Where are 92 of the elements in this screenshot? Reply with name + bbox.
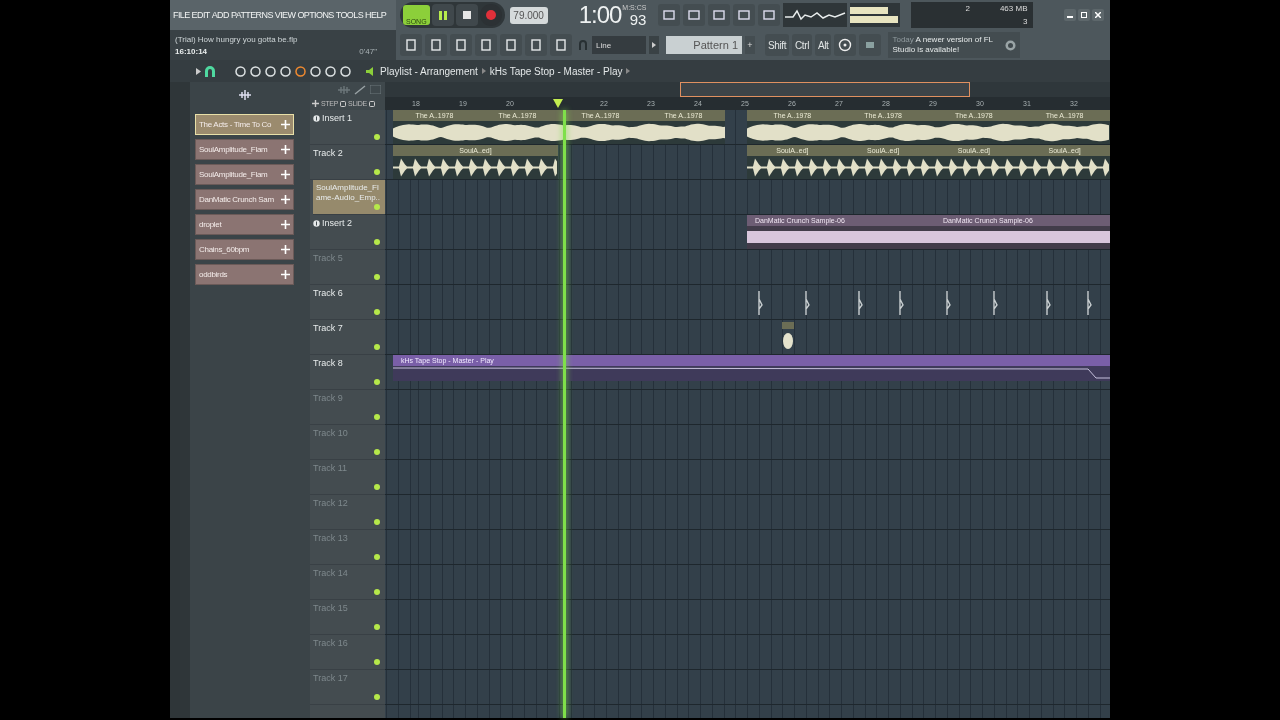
track-led[interactable] <box>374 589 380 595</box>
add-icon[interactable] <box>312 100 319 107</box>
breadcrumb-arrow-icon <box>626 68 631 74</box>
playlist-title: Playlist - Arrangement <box>380 65 478 77</box>
step-toggle[interactable] <box>340 100 347 107</box>
slide-toggle[interactable] <box>368 100 375 107</box>
menu-item[interactable]: ADD <box>211 10 229 20</box>
oscilloscope-drawing <box>783 3 848 27</box>
track-led[interactable] <box>374 274 380 280</box>
track-led[interactable] <box>374 659 380 665</box>
curve-icon[interactable] <box>354 84 366 95</box>
menu-item[interactable]: VIEW <box>274 10 296 20</box>
scroll-window[interactable] <box>680 82 970 97</box>
drag-handle-icon[interactable] <box>281 145 290 154</box>
modifier-key[interactable]: Alt <box>814 34 832 56</box>
insert-icon[interactable] <box>313 220 320 227</box>
pause-button[interactable] <box>431 4 454 26</box>
project-duration: 0'47" <box>359 46 377 56</box>
news-message: Today A newer version of FL Studio is available! <box>892 35 994 55</box>
memory-usage: 463 MB <box>999 4 1028 13</box>
menu-item[interactable]: TOOLS <box>335 10 364 20</box>
insert-icon[interactable] <box>313 115 320 122</box>
song-time: 1:00 <box>578 2 622 28</box>
menu-item[interactable]: OPTIONS <box>297 10 334 20</box>
track-name: Track 8 <box>313 358 343 368</box>
tempo-display[interactable]: 79.000 <box>509 6 548 24</box>
modifier-key[interactable]: Ctrl <box>792 34 812 56</box>
restore-button[interactable] <box>1078 9 1090 21</box>
polyphony-count: 3 <box>1022 17 1028 26</box>
drag-handle-icon[interactable] <box>281 120 290 129</box>
picker-clip-item[interactable]: oddbirds <box>195 264 294 285</box>
close-icon <box>1095 12 1101 18</box>
project-title: (Trial) How hungry you gotta be.flp <box>175 34 299 44</box>
clock: 16:10:14 <box>175 46 209 56</box>
pattern-selector[interactable]: Pattern 1 <box>666 36 742 54</box>
track-led[interactable] <box>374 204 380 210</box>
news-panel[interactable]: Today A newer version of FL Studio is available! <box>888 32 1021 58</box>
short-clip-drawing[interactable] <box>780 322 796 350</box>
track-led[interactable] <box>374 694 380 700</box>
play-arrow-icon[interactable] <box>196 67 201 75</box>
record-icon <box>485 10 496 20</box>
playlist-target[interactable]: kHs Tape Stop - Master - Play <box>489 65 623 77</box>
track-led[interactable] <box>374 449 380 455</box>
track-name: Insert 2 <box>322 218 352 228</box>
track-header[interactable]: SoulAmplitude_Flame-Audio_Emp.. <box>313 180 385 215</box>
pause-icon <box>438 10 447 20</box>
track-name: Insert 1 <box>322 113 352 123</box>
track-name: Track 2 <box>313 148 343 158</box>
snap-dropdown[interactable]: Line <box>592 36 646 54</box>
picker-clip-item[interactable]: The Acts - Time To Co <box>195 114 294 135</box>
picker-clip-item[interactable]: droplet <box>195 214 294 235</box>
track-led[interactable] <box>374 519 380 525</box>
track-led[interactable] <box>374 624 380 630</box>
picker-clip-item[interactable]: DanMatic Crunch Sam <box>195 189 294 210</box>
track-led[interactable] <box>374 484 380 490</box>
track-name: SoulAmplitude_Flame-Audio_Emp.. <box>316 183 381 203</box>
playhead-marker[interactable] <box>553 99 563 108</box>
track-led[interactable] <box>374 344 380 350</box>
volume-meter <box>850 3 901 27</box>
drag-handle-icon[interactable] <box>281 220 290 229</box>
track-led[interactable] <box>374 309 380 315</box>
track-led[interactable] <box>374 239 380 245</box>
track-name: Track 6 <box>313 288 343 298</box>
drag-handle-icon[interactable] <box>281 245 290 254</box>
close-button[interactable] <box>1092 9 1104 21</box>
stop-icon <box>462 11 471 19</box>
track-led[interactable] <box>374 134 380 140</box>
picker-clip-item[interactable]: SoulAmplitude_Flam <box>195 139 294 160</box>
menu-item[interactable]: HELP <box>365 10 387 20</box>
add-pattern-button[interactable]: + <box>745 36 755 54</box>
restore-icon <box>1081 12 1087 18</box>
menu-item[interactable]: PATTERNS <box>230 10 273 20</box>
track-name: Track 7 <box>313 323 343 333</box>
audio-wave-icon[interactable] <box>238 90 252 100</box>
overview-scrollbar[interactable] <box>385 82 1110 97</box>
minimize-button[interactable] <box>1064 9 1076 21</box>
picker-clip-item[interactable]: SoulAmplitude_Flam <box>195 164 294 185</box>
track-led[interactable] <box>374 554 380 560</box>
track-led[interactable] <box>374 414 380 420</box>
picker-clip-item[interactable]: Chains_60bpm <box>195 239 294 260</box>
cpu-cores: 2 <box>964 4 971 13</box>
menu-item[interactable]: FILE <box>173 10 190 20</box>
centiseconds: 93 <box>629 11 647 28</box>
track-led[interactable] <box>374 379 380 385</box>
modifier-key[interactable]: Shift <box>765 34 789 56</box>
drag-handle-icon[interactable] <box>281 195 290 204</box>
track-led[interactable] <box>374 169 380 175</box>
drag-handle-icon[interactable] <box>281 270 290 279</box>
menu-item[interactable]: EDIT <box>191 10 210 20</box>
stop-button[interactable] <box>455 4 478 26</box>
drag-handle-icon[interactable] <box>281 170 290 179</box>
breadcrumb-arrow-icon <box>481 68 486 74</box>
